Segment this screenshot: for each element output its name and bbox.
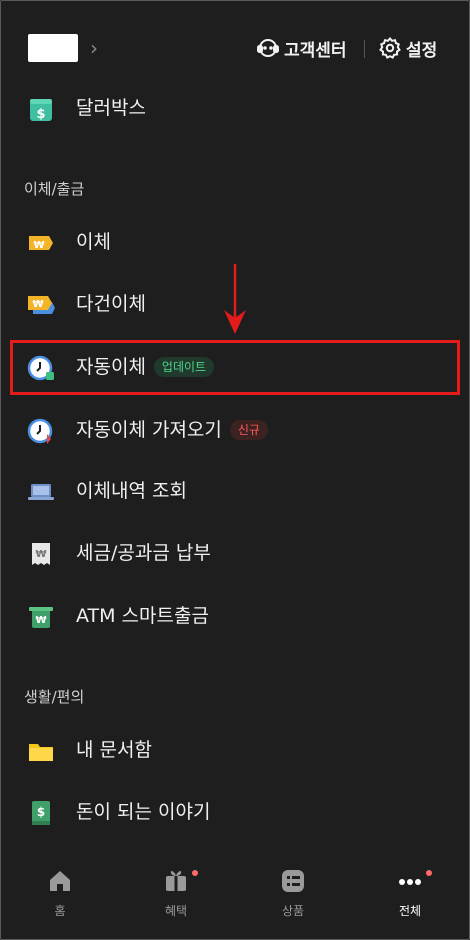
settings-button[interactable]: 설정	[378, 34, 437, 62]
receipt-icon: ₩	[32, 543, 50, 565]
menu-item-money-stories[interactable]: $ 돈이 되는 이야기	[0, 789, 470, 835]
highlight-box-annotation	[10, 340, 460, 395]
laptop-icon	[28, 484, 54, 500]
dollar-gift-icon: $	[30, 99, 52, 122]
bottom-tab-bar: 홈 혜택 상품 전체	[0, 862, 470, 932]
menu-item-label: 돈이 되는 이야기	[76, 801, 211, 823]
section-title-life: 생활/편의	[24, 688, 85, 706]
svg-text:$: $	[36, 107, 45, 122]
tab-label: 상품	[281, 904, 305, 918]
menu-item-label: 달러박스	[76, 97, 146, 119]
tab-all[interactable]: 전체	[380, 868, 440, 928]
tab-label: 전체	[398, 904, 422, 918]
menu-item-transfer[interactable]: ₩ 이체	[0, 219, 470, 265]
svg-text:₩: ₩	[35, 615, 46, 626]
tab-label: 혜택	[164, 904, 188, 918]
gift-icon	[166, 871, 186, 891]
notification-dot	[192, 870, 198, 876]
menu-item-label: 다건이체	[76, 293, 146, 315]
menu-item-label: ATM 스마트출금	[76, 605, 209, 627]
gear-icon	[379, 36, 401, 59]
atm-cash-icon: ₩	[29, 607, 53, 628]
menu-item-label: 세금/공과금 납부	[76, 542, 211, 564]
menu-item-label: 자동이체 가져오기 신규	[76, 418, 268, 442]
svg-text:₩: ₩	[33, 240, 44, 251]
import-auto-transfer-icon	[27, 418, 53, 444]
multi-transfer-icon: ₩	[28, 296, 55, 314]
notification-dot	[426, 870, 432, 876]
top-bar: › 고객센터 설정	[0, 28, 470, 68]
transfer-card-icon: ₩	[29, 236, 53, 251]
menu-item-atm-smart-withdrawal[interactable]: ₩ ATM 스마트출금	[0, 593, 470, 639]
money-book-icon: $	[32, 801, 50, 825]
menu-item-my-documents[interactable]: 내 문서함	[0, 727, 470, 773]
menu-item-label: 이체	[76, 231, 111, 253]
customer-center-button[interactable]: 고객센터	[256, 34, 347, 62]
menu-item-label: 이체내역 조회	[76, 480, 187, 502]
folder-icon	[29, 744, 53, 761]
svg-text:₩: ₩	[32, 299, 43, 310]
svg-text:$: $	[37, 805, 45, 819]
profile-name-box[interactable]	[28, 34, 78, 62]
chevron-right-icon[interactable]: ›	[90, 36, 98, 60]
menu-item-import-auto-transfer[interactable]: 자동이체 가져오기 신규	[0, 407, 470, 453]
header-divider	[364, 40, 365, 58]
new-badge: 신규	[229, 420, 268, 440]
more-icon	[399, 879, 421, 885]
tab-products[interactable]: 상품	[263, 868, 323, 928]
menu-item-dollar-box[interactable]: $ 달러박스	[0, 85, 470, 131]
settings-label: 설정	[406, 40, 438, 61]
products-icon	[282, 870, 304, 892]
section-title-transfer: 이체/출금	[24, 180, 85, 198]
home-icon	[50, 871, 70, 891]
customer-center-label: 고객센터	[284, 40, 347, 61]
headset-icon	[257, 39, 279, 57]
red-arrow-annotation	[224, 264, 246, 334]
import-auto-transfer-label: 자동이체 가져오기	[76, 419, 222, 441]
menu-item-label: 내 문서함	[76, 739, 152, 761]
tab-label: 홈	[54, 904, 66, 918]
svg-text:₩: ₩	[35, 549, 46, 560]
tab-benefits[interactable]: 혜택	[146, 868, 206, 928]
menu-item-transfer-history[interactable]: 이체내역 조회	[0, 468, 470, 514]
menu-item-tax-payment[interactable]: ₩ 세금/공과금 납부	[0, 530, 470, 576]
tab-home[interactable]: 홈	[30, 868, 90, 928]
